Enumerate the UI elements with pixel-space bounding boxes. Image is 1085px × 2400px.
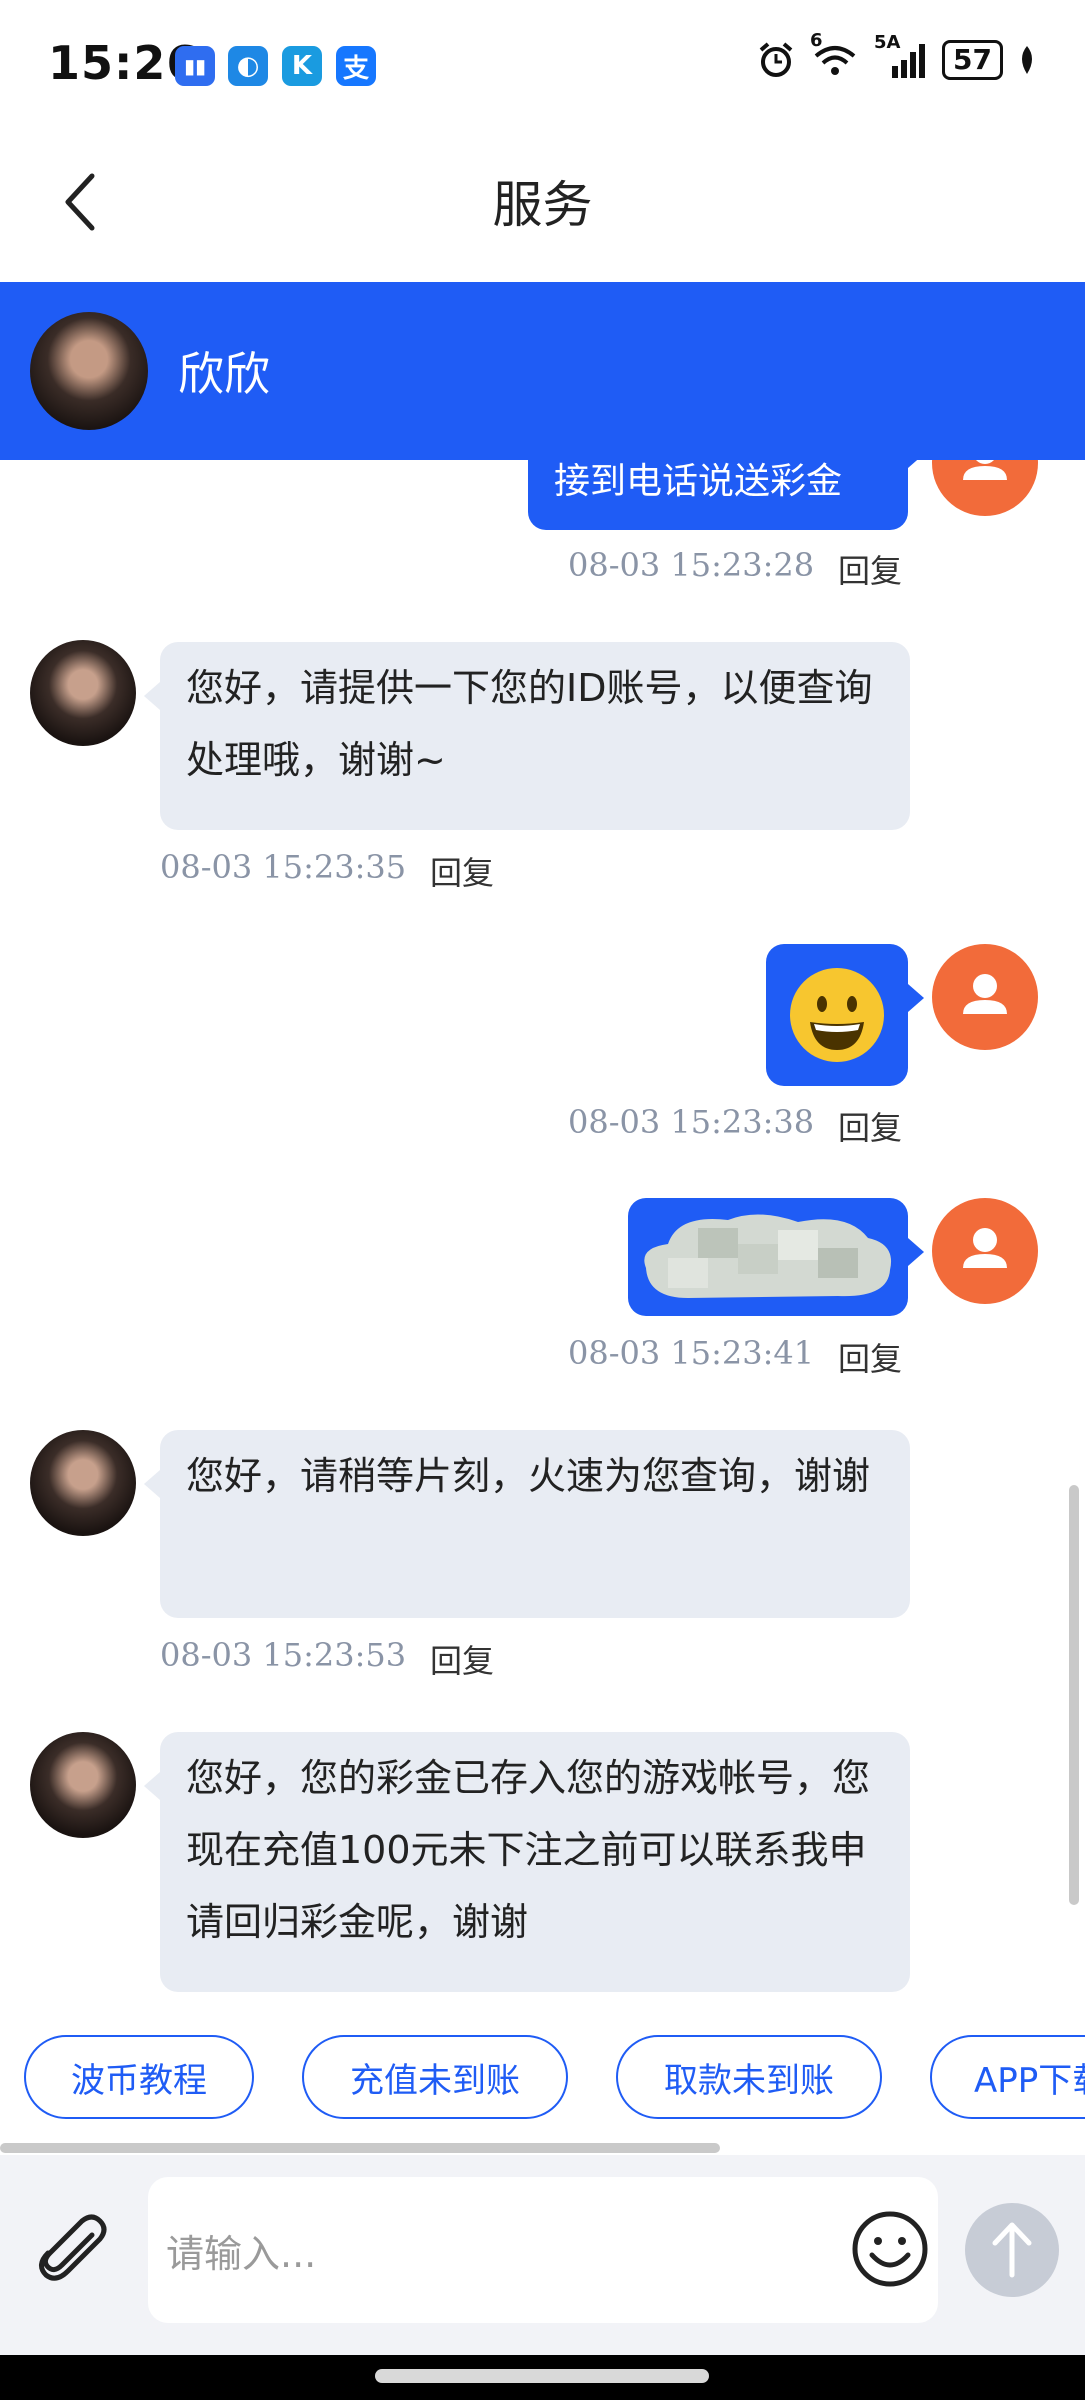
signal-icon: 5A <box>874 32 928 80</box>
agent-header: 欣欣 <box>0 282 1085 460</box>
wifi-badge: 6 <box>810 30 823 51</box>
attach-icon[interactable] <box>34 2211 114 2291</box>
quick-reply-chip[interactable]: APP下载 <box>930 2035 1085 2119</box>
k-app-icon: K <box>282 46 322 86</box>
message-bubble-user[interactable] <box>766 944 924 1086</box>
agent-avatar <box>30 640 136 746</box>
voice-app-icon: ▮▮ <box>175 46 215 86</box>
user-icon <box>963 1228 1007 1268</box>
reply-link[interactable]: 回复 <box>838 1103 902 1149</box>
reply-link[interactable]: 回复 <box>430 848 494 894</box>
alipay-app-icon: 支 <box>336 46 376 86</box>
send-arrow-icon <box>992 2222 1032 2278</box>
message-time: 08-03 15:23:35 <box>160 848 407 886</box>
quick-reply-scrollbar[interactable] <box>0 2143 720 2153</box>
status-bar: 15:26 ▮▮ ◐ K 支 6 5A 57 <box>0 0 1085 130</box>
chat-scrollbar[interactable] <box>1069 1485 1079 1905</box>
user-avatar <box>932 944 1038 1050</box>
reply-link[interactable]: 回复 <box>838 1334 902 1380</box>
message-text: 您好，请提供一下您的ID账号，以便查询处理哦，谢谢~ <box>186 666 873 782</box>
reply-link[interactable]: 回复 <box>838 546 902 592</box>
battery-indicator: 57 <box>942 40 1003 80</box>
user-avatar <box>932 460 1038 516</box>
wifi-icon: 6 <box>810 30 860 80</box>
agent-avatar <box>30 312 148 430</box>
message-time: 08-03 15:23:28 <box>568 546 815 584</box>
message-time: 08-03 15:23:38 <box>568 1103 815 1141</box>
page-title: 服务 <box>492 176 593 234</box>
home-indicator[interactable] <box>375 2369 709 2383</box>
message-bubble-user[interactable]: 接到电话说送彩金 <box>528 460 924 530</box>
message-text: 您好，您的彩金已存入您的游戏帐号，您现在充值100元未下注之前可以联系我申请回归… <box>186 1756 871 1944</box>
reply-link[interactable]: 回复 <box>430 1636 494 1682</box>
leaf-icon <box>1022 46 1032 74</box>
blurred-image-icon <box>644 1214 892 1298</box>
message-bubble-user[interactable] <box>628 1198 924 1316</box>
message-text: 接到电话说送彩金 <box>554 461 843 502</box>
message-bubble-agent[interactable]: 您好，请提供一下您的ID账号，以便查询处理哦，谢谢~ <box>144 642 910 830</box>
alarm-icon <box>759 42 793 77</box>
agent-name: 欣欣 <box>178 347 270 401</box>
user-icon <box>963 974 1007 1014</box>
message-time: 08-03 15:23:41 <box>568 1334 815 1372</box>
quick-reply-chip[interactable]: 充值未到账 <box>302 2035 568 2119</box>
message-input[interactable]: 请输入... <box>148 2177 938 2323</box>
send-button[interactable] <box>965 2203 1059 2297</box>
composer: 请输入... <box>0 2155 1085 2355</box>
quick-reply-chip[interactable]: 波币教程 <box>24 2035 254 2119</box>
agent-avatar <box>30 1430 136 1536</box>
chat-list[interactable]: 接到电话说送彩金 08-03 15:23:28 回复 您好，请提供一下您的ID账… <box>0 460 1085 2005</box>
smiley-emoji-icon <box>790 968 884 1062</box>
message-bubble-agent[interactable]: 您好，您的彩金已存入您的游戏帐号，您现在充值100元未下注之前可以联系我申请回归… <box>144 1732 910 1992</box>
bulb-app-icon: ◐ <box>228 46 268 86</box>
message-time: 08-03 15:23:53 <box>160 1636 407 1674</box>
system-nav-bar <box>0 2355 1085 2400</box>
quick-reply-chip[interactable]: 取款未到账 <box>616 2035 882 2119</box>
emoji-icon[interactable] <box>850 2209 930 2289</box>
message-text: 您好，请稍等片刻，火速为您查询，谢谢 <box>186 1454 871 1498</box>
status-indicators: 6 5A 57 <box>756 30 1037 80</box>
network-type: 5A <box>874 32 901 53</box>
message-bubble-agent[interactable]: 您好，请稍等片刻，火速为您查询，谢谢 <box>144 1430 910 1618</box>
user-icon <box>963 460 1007 480</box>
message-input-placeholder: 请输入... <box>166 2232 317 2276</box>
user-avatar <box>932 1198 1038 1304</box>
quick-reply-bar[interactable]: 波币教程 充值未到账 取款未到账 APP下载 <box>0 2005 1085 2155</box>
agent-avatar <box>30 1732 136 1838</box>
